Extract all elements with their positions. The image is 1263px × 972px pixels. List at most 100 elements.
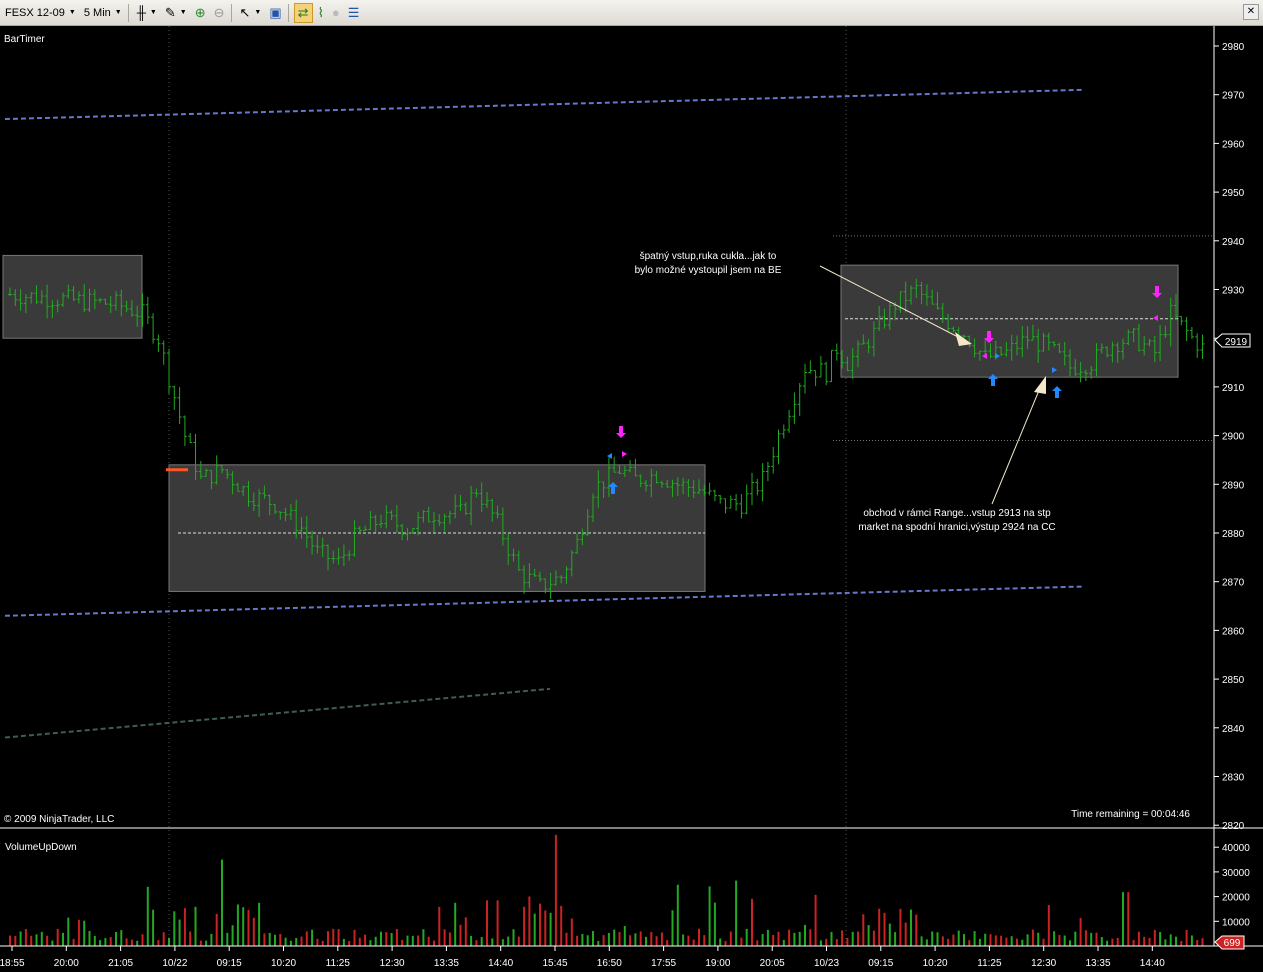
price-bar (750, 472, 754, 506)
annotation-1-line-1: špatný vstup,ruka cukla...jak to (640, 251, 777, 262)
indicators-icon: ⌇ (317, 4, 324, 20)
strategies-icon: ● (331, 4, 340, 20)
chart-area[interactable]: 2980297029602950294029302920291029002890… (0, 26, 1263, 972)
price-bar (760, 463, 765, 502)
volume-bar (1074, 931, 1077, 946)
volume-bar (173, 911, 176, 946)
close-icon[interactable]: ✕ (1243, 4, 1259, 20)
interval-selector[interactable]: 5 Min ▼ (81, 3, 125, 23)
volume-bar (719, 938, 722, 946)
volume-bar (618, 932, 621, 946)
volume-bar (894, 932, 897, 946)
volume-bar (433, 940, 435, 946)
annotation-2-arrow (991, 387, 1041, 505)
y-tick-label: 2860 (1222, 626, 1245, 637)
volume-bar (523, 906, 526, 946)
price-bar (771, 446, 776, 474)
price-bar (718, 494, 723, 504)
price-bar (781, 424, 786, 439)
volume-bar (592, 931, 594, 946)
bar-style-button[interactable]: ╫ ▼ (134, 3, 160, 23)
instrument-selector[interactable]: FESX 12-09 ▼ (2, 3, 79, 23)
volume-bar (735, 880, 738, 946)
volume-bar (682, 934, 685, 946)
volume-bar (1069, 940, 1071, 946)
zoom-in-button[interactable]: ⊕ (192, 3, 209, 23)
data-box-button[interactable]: ▣ (266, 3, 284, 23)
x-tick-label: 12:30 (380, 958, 405, 969)
price-panel-title: BarTimer (4, 34, 45, 45)
volume-bar (973, 931, 976, 946)
indicators-button[interactable]: ⌇ (315, 3, 327, 23)
volume-bar (904, 922, 907, 946)
volume-bar (268, 932, 271, 946)
toolbar-divider (287, 3, 289, 22)
pointer-button[interactable]: ↖ ▼ (237, 3, 265, 23)
volume-bar (1100, 937, 1103, 946)
volume-bar (1190, 935, 1193, 946)
volume-bar (1037, 932, 1040, 946)
volume-bar (708, 886, 711, 946)
annotation-2-arrowhead (1034, 376, 1046, 394)
chart-trader-button[interactable]: ⇄ (293, 2, 313, 23)
volume-bar (952, 934, 955, 946)
drawing-tools-button[interactable]: ✎ ▼ (162, 3, 190, 23)
volume-bar (369, 940, 372, 946)
volume-bar (67, 917, 70, 946)
volume-bar (300, 936, 303, 946)
x-tick-label: 10/23 (814, 958, 839, 969)
volume-bar (258, 902, 261, 946)
volume-bar (1031, 929, 1034, 946)
volume-bar (72, 938, 75, 946)
range-box-1 (168, 464, 706, 592)
volume-bar (1196, 939, 1199, 946)
volume-bar (448, 932, 451, 946)
properties-button[interactable]: ☰ (345, 3, 363, 23)
x-tick-label: 16:50 (597, 958, 622, 969)
price-bar (161, 340, 166, 365)
buy-arrow-icon (1052, 386, 1062, 398)
volume-bar (507, 936, 510, 946)
volume-bar (9, 935, 11, 946)
volume-bar (698, 928, 700, 946)
chevron-down-icon: ▼ (114, 9, 122, 16)
volume-bar (745, 928, 748, 946)
properties-icon: ☰ (347, 4, 360, 20)
x-tick-label: 21:05 (108, 958, 133, 969)
volume-bar (1063, 935, 1066, 946)
volume-bar (788, 929, 791, 946)
volume-bar (798, 931, 801, 946)
volume-bar (311, 929, 314, 946)
strategies-button[interactable]: ● (329, 3, 343, 23)
volume-bar (51, 940, 54, 946)
annotation-2-line-1: obchod v rámci Range...vstup 2913 na stp (863, 508, 1051, 519)
volume-bar (491, 938, 494, 946)
volume-bar (221, 859, 223, 946)
volume-bar (1111, 938, 1114, 946)
volume-bar (279, 934, 282, 946)
volume-bar (835, 939, 838, 946)
volume-bar (576, 935, 579, 946)
volume-bar (751, 898, 753, 946)
price-bar (818, 355, 823, 378)
y-tick-label: 2930 (1222, 286, 1245, 297)
price-bar (728, 495, 733, 509)
volume-bar (915, 914, 918, 946)
volume-bar (62, 932, 64, 946)
volume-bar (613, 929, 616, 946)
volume-bar (1185, 930, 1188, 946)
price-bar (808, 360, 813, 374)
zoom-out-button[interactable]: ⊖ (211, 3, 228, 23)
volume-bar (1180, 941, 1183, 946)
data-box-icon: ▣ (269, 4, 282, 20)
volume-bar (645, 936, 647, 946)
volume-bar (740, 937, 743, 946)
price-bar (188, 432, 193, 443)
volume-bar (380, 931, 382, 946)
volume-bar (1021, 939, 1024, 946)
price-bar (707, 482, 712, 496)
volume-bar (554, 834, 557, 946)
x-tick-label: 10/22 (162, 958, 187, 969)
chart-toolbar: FESX 12-09 ▼ 5 Min ▼ ╫ ▼ ✎ ▼ ⊕ ⊖ ↖ ▼ ▣ ⇄ ⌇ … (0, 0, 1263, 26)
chevron-down-icon: ▼ (149, 9, 157, 16)
